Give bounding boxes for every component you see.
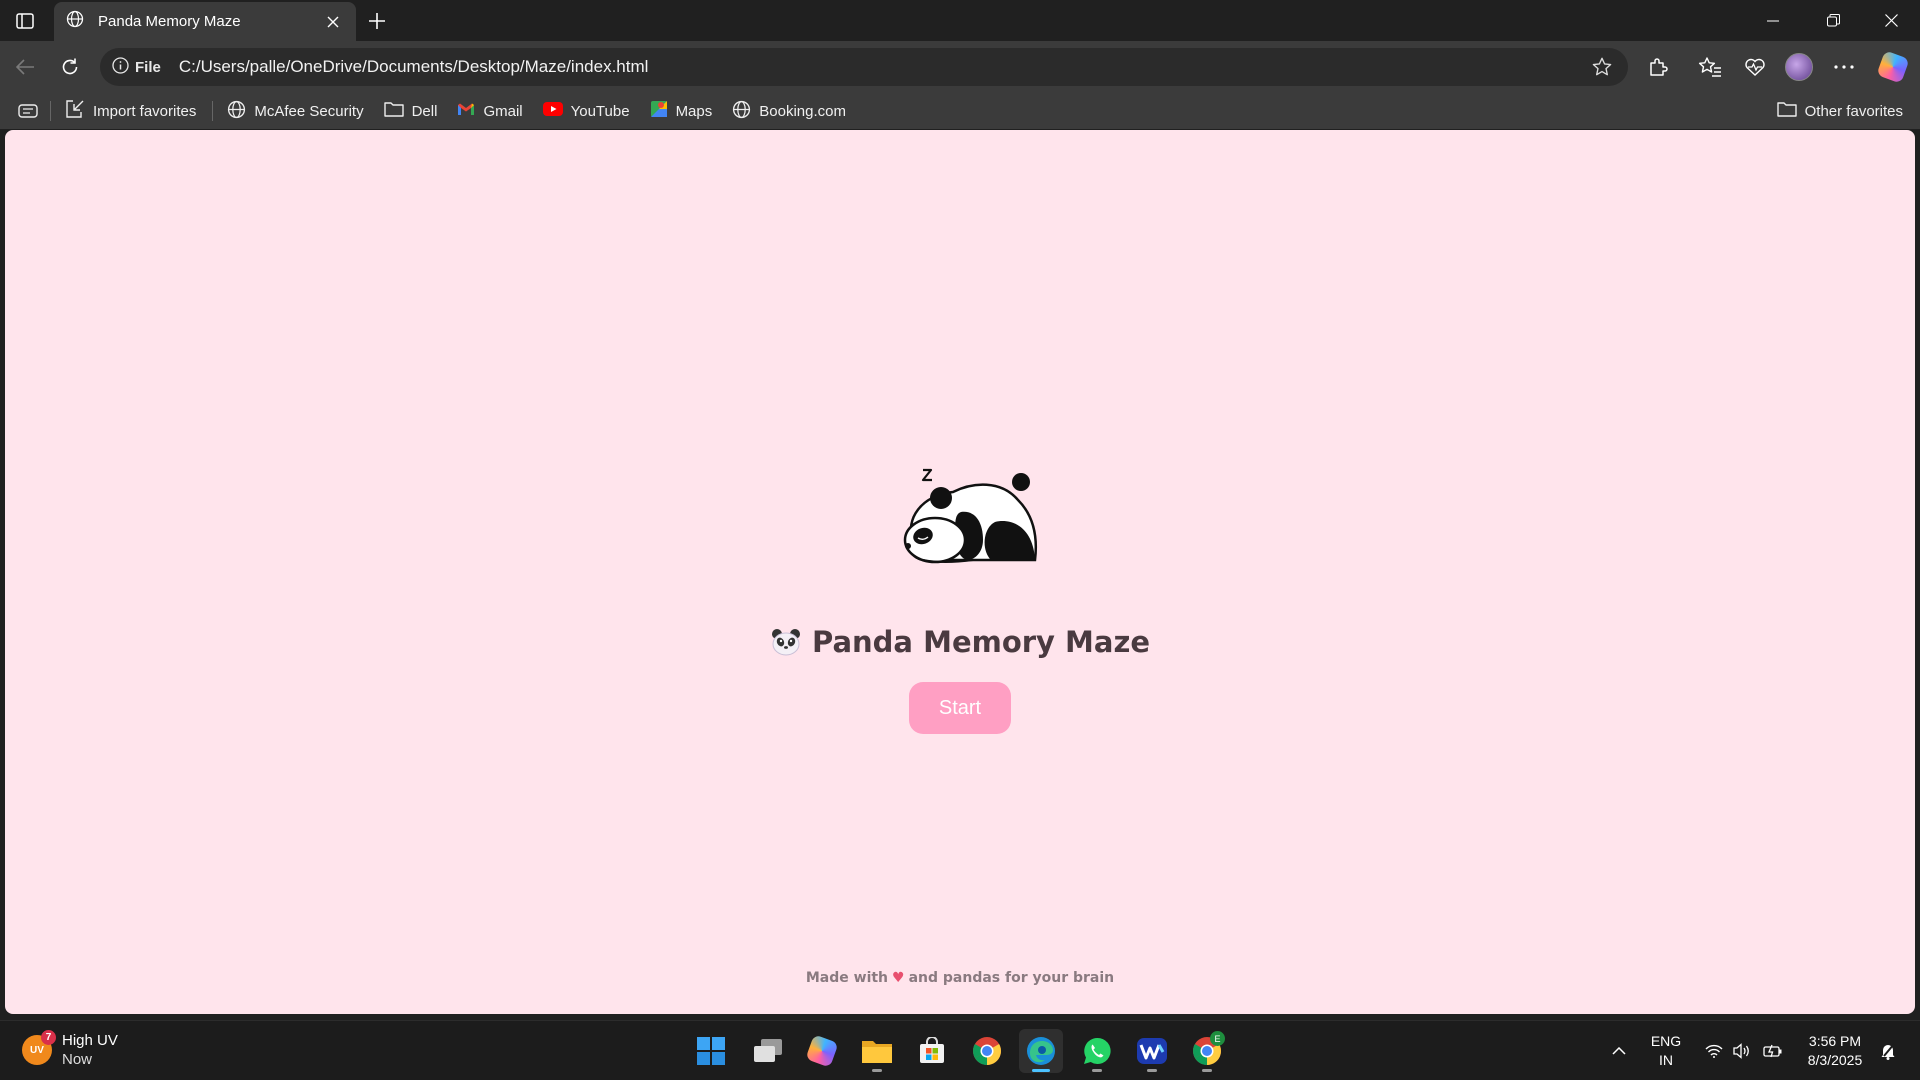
site-info-button[interactable]: File — [112, 56, 161, 78]
bookmark-youtube[interactable]: YouTube — [542, 97, 630, 125]
tab-panda-memory-maze[interactable]: Panda Memory Maze — [54, 2, 356, 41]
page-content: Panda Memory Maze Start Made with ♥ and pa… — [5, 130, 1915, 1014]
copilot-icon[interactable] — [1876, 50, 1910, 84]
bookmark-label: Booking.com — [759, 102, 846, 120]
profile-badge: E — [1210, 1031, 1225, 1046]
maps-icon — [650, 100, 668, 122]
taskbar: UV 7 High UV Now E ENG IN 3:56 PM 8/3/20… — [0, 1020, 1920, 1080]
bookmark-label: Dell — [411, 102, 438, 120]
refresh-icon[interactable] — [54, 51, 86, 83]
battery-icon[interactable] — [1760, 1021, 1786, 1080]
bookmark-label: Import favorites — [93, 102, 197, 120]
sleeping-panda-image — [903, 468, 1038, 564]
bookmark-dell[interactable]: Dell — [383, 97, 438, 125]
bookmark-label: Maps — [675, 102, 713, 120]
footer-suffix: and pandas for your brain — [908, 970, 1115, 986]
wifi-icon[interactable] — [1702, 1021, 1726, 1080]
globe-icon — [66, 10, 84, 33]
back-icon[interactable] — [9, 51, 41, 83]
language-line-1: ENG — [1650, 1033, 1682, 1049]
bookmarks-separator — [50, 101, 51, 121]
hide-bookmarks-icon[interactable] — [18, 97, 38, 125]
copilot-icon[interactable] — [800, 1029, 844, 1073]
weather-widget[interactable]: UV 7 High UV Now — [22, 1030, 118, 1069]
favorite-star-icon[interactable] — [1588, 53, 1616, 81]
browser-essentials-icon[interactable] — [1738, 51, 1772, 83]
language-line-2: IN — [1659, 1052, 1673, 1068]
bookmarks-bar: Import favorites McAfee Security Dell Gm… — [0, 93, 1920, 129]
show-hidden-icons-chevron-icon[interactable] — [1606, 1021, 1632, 1080]
bookmark-label: McAfee Security — [254, 102, 364, 120]
close-window-icon[interactable] — [1863, 0, 1919, 41]
file-explorer-icon[interactable] — [855, 1029, 899, 1073]
running-indicator — [1147, 1069, 1157, 1072]
chrome-profile-icon[interactable]: E — [1185, 1029, 1229, 1073]
navigation-bar: File C:/Users/palle/OneDrive/Documents/D… — [0, 41, 1920, 93]
clock[interactable]: 3:56 PM 8/3/2025 — [1796, 1021, 1874, 1080]
page-title-text: Panda Memory Maze — [811, 625, 1151, 659]
other-favorites-label: Other favorites — [1804, 102, 1903, 120]
running-indicator — [1202, 1069, 1212, 1072]
tab-actions-icon[interactable] — [10, 8, 40, 34]
folder-icon — [383, 101, 404, 121]
close-tab-icon[interactable] — [322, 11, 344, 33]
globe-icon — [732, 100, 751, 123]
chrome-icon[interactable] — [965, 1029, 1009, 1073]
running-indicator — [1092, 1069, 1102, 1072]
language-indicator[interactable]: ENG IN — [1646, 1021, 1686, 1080]
weather-title: High UV — [62, 1032, 118, 1049]
gmail-icon — [457, 102, 475, 120]
clock-date: 8/3/2025 — [1807, 1052, 1863, 1068]
bookmark-booking[interactable]: Booking.com — [732, 97, 846, 125]
panda-face-icon — [771, 629, 800, 656]
uv-badge: 7 — [41, 1030, 56, 1045]
bookmark-label: YouTube — [570, 102, 630, 120]
microsoft-store-icon[interactable] — [910, 1029, 954, 1073]
bookmark-gmail[interactable]: Gmail — [457, 97, 523, 125]
bookmark-import-favorites[interactable]: Import favorites — [65, 97, 196, 125]
page-title: Panda Memory Maze — [5, 625, 1915, 659]
favorites-icon[interactable] — [1693, 51, 1727, 83]
restore-icon[interactable] — [1805, 0, 1861, 41]
bookmarks-separator — [212, 101, 214, 121]
start-button[interactable]: Start — [909, 682, 1011, 734]
title-bar: Panda Memory Maze — [0, 0, 1920, 41]
weather-subtitle: Now — [62, 1051, 93, 1068]
tab-title: Panda Memory Maze — [98, 13, 241, 30]
uv-label: UV — [30, 1044, 44, 1056]
task-view-icon[interactable] — [746, 1029, 790, 1073]
bookmark-label: Gmail — [483, 102, 523, 120]
footer-prefix: Made with — [805, 970, 889, 986]
address-bar[interactable]: File C:/Users/palle/OneDrive/Documents/D… — [100, 48, 1628, 86]
edge-icon[interactable] — [1019, 1029, 1063, 1073]
scheme-label: File — [135, 58, 161, 76]
minimize-icon[interactable] — [1745, 0, 1801, 41]
profile-avatar-icon[interactable] — [1782, 51, 1816, 83]
more-options-icon[interactable] — [1827, 51, 1861, 83]
other-favorites[interactable]: Other favorites — [1776, 97, 1903, 125]
bookmark-mcafee-security[interactable]: McAfee Security — [227, 97, 364, 125]
page-footer: Made with ♥ and pandas for your brain — [5, 970, 1915, 986]
extensions-icon[interactable] — [1641, 51, 1675, 83]
whatsapp-icon[interactable] — [1075, 1029, 1119, 1073]
folder-icon — [1776, 101, 1797, 121]
volume-icon[interactable] — [1730, 1021, 1754, 1080]
heart-icon: ♥ — [892, 970, 905, 986]
start-icon[interactable] — [689, 1029, 733, 1073]
import-icon — [65, 100, 85, 122]
running-indicator — [872, 1069, 882, 1072]
notifications-icon[interactable] — [1874, 1021, 1902, 1080]
clock-time: 3:56 PM — [1808, 1033, 1862, 1049]
active-indicator — [1032, 1069, 1050, 1072]
youtube-icon — [542, 102, 563, 120]
url-text[interactable]: C:/Users/palle/OneDrive/Documents/Deskto… — [179, 57, 1588, 77]
uv-index-icon: UV 7 — [22, 1030, 56, 1065]
bookmark-maps[interactable]: Maps — [650, 97, 713, 125]
info-icon — [112, 56, 129, 78]
webex-icon[interactable] — [1130, 1029, 1174, 1073]
globe-icon — [227, 100, 246, 123]
new-tab-button[interactable] — [362, 6, 392, 36]
